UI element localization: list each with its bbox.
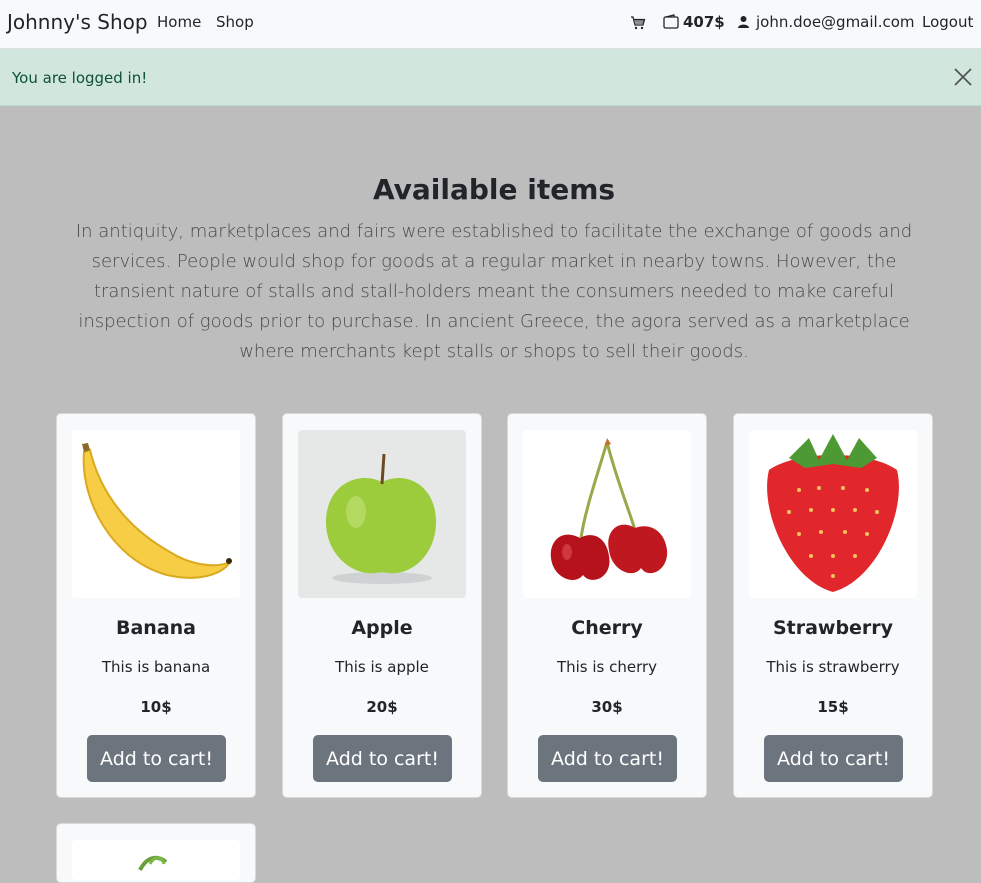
banana-image	[72, 430, 240, 598]
navbar: Johnny's Shop Home Shop 407$ john.doe@gm…	[0, 0, 981, 49]
product-name: Strawberry	[772, 617, 894, 639]
product-card-strawberry: Strawberry This is strawberry 15$ Add to…	[733, 413, 933, 798]
product-description: This is banana	[101, 658, 211, 676]
close-icon[interactable]	[952, 66, 974, 88]
add-to-cart-button[interactable]: Add to cart!	[87, 735, 226, 782]
user-icon	[738, 16, 749, 28]
alert-message: You are logged in!	[12, 69, 148, 87]
product-price: 10$	[140, 698, 172, 716]
user-profile: john.doe@gmail.com	[737, 13, 915, 31]
product-description: This is cherry	[556, 658, 658, 676]
add-to-cart-button[interactable]: Add to cart!	[313, 735, 452, 782]
balance-amount: 407$	[683, 13, 725, 31]
nav-home-link[interactable]: Home	[157, 13, 201, 31]
cart-icon	[631, 16, 646, 30]
product-name: Banana	[116, 617, 196, 639]
cherry-image	[523, 430, 691, 598]
product-card-cherry: Cherry This is cherry 30$ Add to cart!	[507, 413, 707, 798]
add-to-cart-button[interactable]: Add to cart!	[764, 735, 903, 782]
product-image-partial	[72, 840, 240, 880]
product-name: Cherry	[571, 617, 643, 639]
product-price: 20$	[366, 698, 398, 716]
product-description: This is apple	[335, 658, 429, 676]
product-price: 30$	[591, 698, 623, 716]
wallet-balance: 407$	[663, 13, 725, 31]
page-description: In antiquity, marketplaces and fairs wer…	[75, 221, 913, 362]
add-to-cart-button[interactable]: Add to cart!	[538, 735, 677, 782]
page-title: Available items	[372, 173, 616, 206]
apple-image	[298, 430, 466, 598]
brand-link[interactable]: Johnny's Shop	[7, 10, 148, 34]
product-card-apple: Apple This is apple 20$ Add to cart!	[282, 413, 482, 798]
wallet-icon	[663, 14, 679, 29]
product-card-partial	[56, 823, 256, 883]
product-price: 15$	[817, 698, 849, 716]
product-description: This is strawberry	[766, 658, 900, 676]
product-name: Apple	[351, 617, 413, 639]
strawberry-image	[749, 430, 917, 598]
nav-shop-link[interactable]: Shop	[216, 13, 254, 31]
user-email: john.doe@gmail.com	[756, 13, 915, 31]
logout-link[interactable]: Logout	[922, 13, 973, 31]
login-alert: You are logged in!	[0, 49, 981, 106]
cart-link[interactable]	[630, 15, 646, 31]
product-card-banana: Banana This is banana 10$ Add to cart!	[56, 413, 256, 798]
